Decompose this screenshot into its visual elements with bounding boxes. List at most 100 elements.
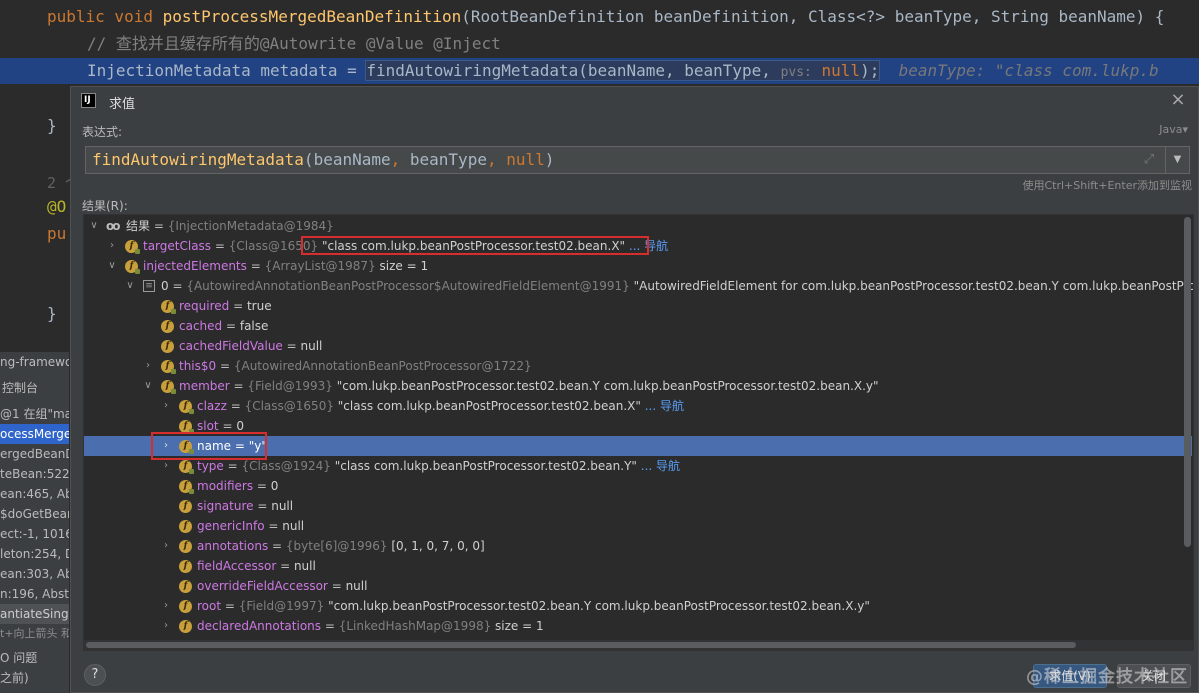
tree-row[interactable]: f cachedFieldValue = null	[84, 336, 1181, 356]
vertical-scrollbar[interactable]	[1184, 217, 1191, 547]
chevron-down-icon[interactable]: ▼	[1165, 147, 1189, 173]
horizontal-scrollbar[interactable]	[84, 640, 1193, 650]
expr-method: findAutowiringMetadata	[92, 150, 304, 169]
node-type: {byte[6]@1996}	[285, 539, 388, 553]
frame-item-selected[interactable]: ocessMerge	[0, 424, 69, 444]
frame-item[interactable]: $doGetBean	[0, 504, 69, 524]
field-icon: f	[125, 240, 140, 254]
equals: =	[253, 479, 271, 493]
chevron-down-icon[interactable]: ∨	[124, 276, 136, 296]
frame-item[interactable]: ergedBeanD	[0, 444, 69, 464]
tree-row[interactable]: f cached = false	[84, 316, 1181, 336]
close-icon[interactable]: ×	[1168, 90, 1188, 110]
tree-row[interactable]: › f type = {Class@1924} "class com.lukp.…	[84, 456, 1181, 476]
tree-row[interactable]: ∨ f injectedElements = {ArrayList@1987} …	[84, 256, 1181, 276]
tree-row[interactable]: f modifiers = 0	[84, 476, 1181, 496]
node-value: null	[345, 579, 368, 593]
expand-icon[interactable]: ⤢	[1141, 152, 1157, 168]
tree-row[interactable]: › f root = {Field@1997} "com.lukp.beanPo…	[84, 596, 1181, 616]
field-icon: f	[179, 580, 192, 593]
tree-row[interactable]: › f clazz = {Class@1650} "class com.lukp…	[84, 396, 1181, 416]
equals: =	[221, 599, 239, 613]
call-args: (beanName, beanType,	[578, 61, 781, 80]
node-value: "com.lukp.beanPostProcessor.test02.bean.…	[324, 599, 870, 613]
console-tab[interactable]: 控制台	[0, 378, 69, 398]
field-icon: f	[179, 500, 192, 513]
result-tree[interactable]: ∨ oo 结果 = {InjectionMetadata@1984} › f t…	[83, 214, 1194, 651]
equals: =	[264, 519, 283, 533]
tree-row[interactable]: f fieldAccessor = null	[84, 556, 1181, 576]
node-type: {Class@1924}	[241, 459, 331, 473]
annotation-box	[301, 236, 649, 255]
node-value: true	[246, 299, 272, 313]
code-line-3[interactable]: InjectionMetadata metadata = findAutowir…	[87, 58, 1159, 86]
chevron-right-icon[interactable]: ›	[160, 616, 172, 636]
node-value: "com.lukp.beanPostProcessor.test02.bean.…	[332, 379, 879, 393]
navigate-link[interactable]: ... 导航	[641, 459, 680, 473]
field-icon: f	[161, 300, 176, 314]
project-tab[interactable]: ng-framewor	[0, 352, 69, 372]
frame-item[interactable]: ean:303, Ab	[0, 564, 69, 584]
node-name: type	[197, 459, 224, 473]
dialog-title-bar[interactable]: IJ 求值 ×	[71, 87, 1198, 115]
frame-hint: t+向上箭头 和	[0, 627, 69, 640]
tree-row[interactable]: › f annotations = {byte[6]@1996} [0, 1, …	[84, 536, 1181, 556]
inline-debug-value: beanType: "class com.lukp.b	[898, 61, 1159, 80]
declaration: InjectionMetadata metadata =	[87, 61, 367, 80]
frame-item[interactable]: ect:-1, 10169	[0, 524, 69, 544]
field-icon: f	[161, 320, 174, 333]
thread-selector[interactable]: @1 在组"mai	[0, 404, 69, 424]
node-value: 0	[236, 419, 244, 433]
tree-row-root[interactable]: ∨ oo 结果 = {InjectionMetadata@1984}	[84, 216, 1181, 236]
chevron-right-icon[interactable]: ›	[106, 236, 118, 256]
node-name: targetClass	[143, 239, 212, 253]
language-select[interactable]: Java▾	[1159, 123, 1188, 136]
tree-row[interactable]: ∨ f member = {Field@1993} "com.lukp.bean…	[84, 376, 1181, 396]
scrollbar-thumb[interactable]	[86, 642, 1076, 648]
expr-arg1: beanName	[313, 150, 391, 169]
node-value: size = 1	[375, 259, 429, 273]
field-icon: f	[179, 600, 192, 613]
frame-item[interactable]: ean:465, Ab	[0, 484, 69, 504]
node-type: {Field@1993}	[247, 379, 333, 393]
help-button[interactable]: ?	[84, 664, 106, 686]
chevron-down-icon[interactable]: ∨	[142, 376, 154, 396]
chevron-right-icon[interactable]: ›	[160, 396, 172, 416]
code-comment: // 查找并且缓存所有的@Autowrite @Value @Inject	[87, 34, 501, 53]
equals: =	[268, 539, 286, 553]
debug-tool-window: ng-framewor 控制台 @1 在组"mai ocessMerge erg…	[0, 352, 70, 693]
frame-item[interactable]: leton:254, D	[0, 544, 69, 564]
chevron-down-icon[interactable]: ∨	[88, 216, 100, 236]
equals: =	[216, 359, 234, 373]
frame-item[interactable]: teBean:522,	[0, 464, 69, 484]
chevron-right-icon[interactable]: ›	[160, 536, 172, 556]
chevron-right-icon[interactable]: ›	[160, 596, 172, 616]
chevron-right-icon[interactable]: ›	[160, 456, 172, 476]
node-type: {InjectionMetadata@1984}	[167, 219, 334, 233]
node-value: "AutowiredFieldElement for com.lukp.bean…	[629, 279, 1194, 293]
tree-row[interactable]: f required = true	[84, 296, 1181, 316]
tree-row[interactable]: f overrideFieldAccessor = null	[84, 576, 1181, 596]
field-icon: f	[161, 360, 176, 374]
node-value: false	[239, 319, 269, 333]
chevron-right-icon[interactable]: ›	[142, 356, 154, 376]
field-icon: f	[161, 380, 176, 394]
tree-row[interactable]: f genericInfo = null	[84, 516, 1181, 536]
tree-row[interactable]: › f declaredAnnotations = {LinkedHashMap…	[84, 616, 1181, 636]
expr-comma: ,	[486, 150, 507, 169]
navigate-link[interactable]: ... 导航	[645, 399, 684, 413]
chevron-down-icon[interactable]: ∨	[106, 256, 118, 276]
tree-row[interactable]: ∨ ≡ 0 = {AutowiredAnnotationBeanPostProc…	[84, 276, 1193, 296]
node-value: null	[282, 519, 305, 533]
tree-row[interactable]: f signature = null	[84, 496, 1181, 516]
tree-row[interactable]: › f this$0 = {AutowiredAnnotationBeanPos…	[84, 356, 1181, 376]
frame-item[interactable]: antiateSingle	[0, 604, 69, 624]
code-line-1[interactable]: public void postProcessMergedBeanDefinit…	[47, 4, 1164, 30]
node-name: fieldAccessor	[197, 559, 277, 573]
equals: =	[222, 319, 240, 333]
frame-item[interactable]: n:196, Abstr	[0, 584, 69, 604]
expression-input[interactable]: findAutowiringMetadata(beanName, beanTyp…	[85, 146, 1190, 174]
problems-tab[interactable]: O 问题	[0, 648, 69, 668]
node-name: injectedElements	[143, 259, 247, 273]
node-value: [0, 1, 0, 7, 0, 0]	[387, 539, 485, 553]
